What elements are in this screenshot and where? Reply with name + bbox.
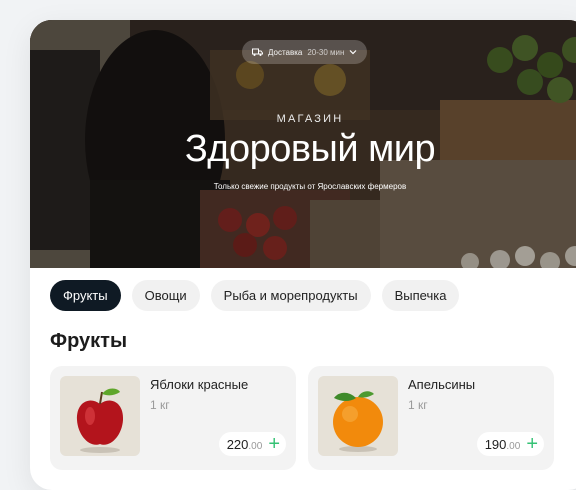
plus-icon[interactable]: +	[526, 434, 538, 454]
chevron-down-icon	[350, 50, 357, 55]
product-card[interactable]: Яблоки красные 1 кг 220.00 +	[50, 366, 296, 470]
price-decimal: .00	[506, 440, 521, 452]
hero-banner: Доставка 20-30 мин МАГАЗИН Здоровый мир …	[30, 20, 576, 268]
price-value: 220.00	[226, 436, 263, 452]
store-tagline: Только свежие продукты от Ярославских фе…	[213, 182, 407, 191]
product-card[interactable]: Апельсины 1 кг 190.00 +	[308, 366, 554, 470]
product-unit: 1 кг	[408, 398, 428, 412]
store-subtitle: МАГАЗИН	[276, 113, 344, 125]
product-name: Яблоки красные	[150, 377, 249, 392]
store-title: Здоровый мир	[184, 128, 436, 170]
delivery-time: 20-30 мин	[307, 47, 345, 57]
product-name: Апельсины	[408, 377, 476, 392]
tab-bakery[interactable]: Выпечка	[381, 280, 460, 311]
shop-card: Доставка 20-30 мин МАГАЗИН Здоровый мир …	[30, 20, 576, 490]
product-image	[318, 376, 398, 456]
section-title: Фрукты	[50, 330, 128, 352]
price-add-button[interactable]: 190.00 +	[476, 432, 544, 456]
orange-icon	[333, 391, 383, 452]
delivery-label: Доставка	[268, 47, 303, 57]
apple-icon	[76, 388, 124, 453]
delivery-pill[interactable]: Доставка 20-30 мин	[242, 40, 368, 64]
tab-fruits[interactable]: Фрукты	[50, 280, 121, 311]
price-value: 190.00	[484, 436, 521, 452]
tab-vegetables[interactable]: Овощи	[131, 280, 200, 311]
product-image	[60, 376, 140, 456]
tab-seafood[interactable]: Рыба и морепродукты	[210, 280, 371, 311]
price-add-button[interactable]: 220.00 +	[218, 432, 286, 456]
product-unit: 1 кг	[150, 398, 170, 412]
plus-icon[interactable]: +	[268, 434, 280, 454]
truck-icon	[252, 48, 263, 56]
category-tabs: Фрукты Овощи Рыба и морепродукты Выпечка	[50, 280, 460, 311]
price-decimal: .00	[248, 440, 263, 452]
